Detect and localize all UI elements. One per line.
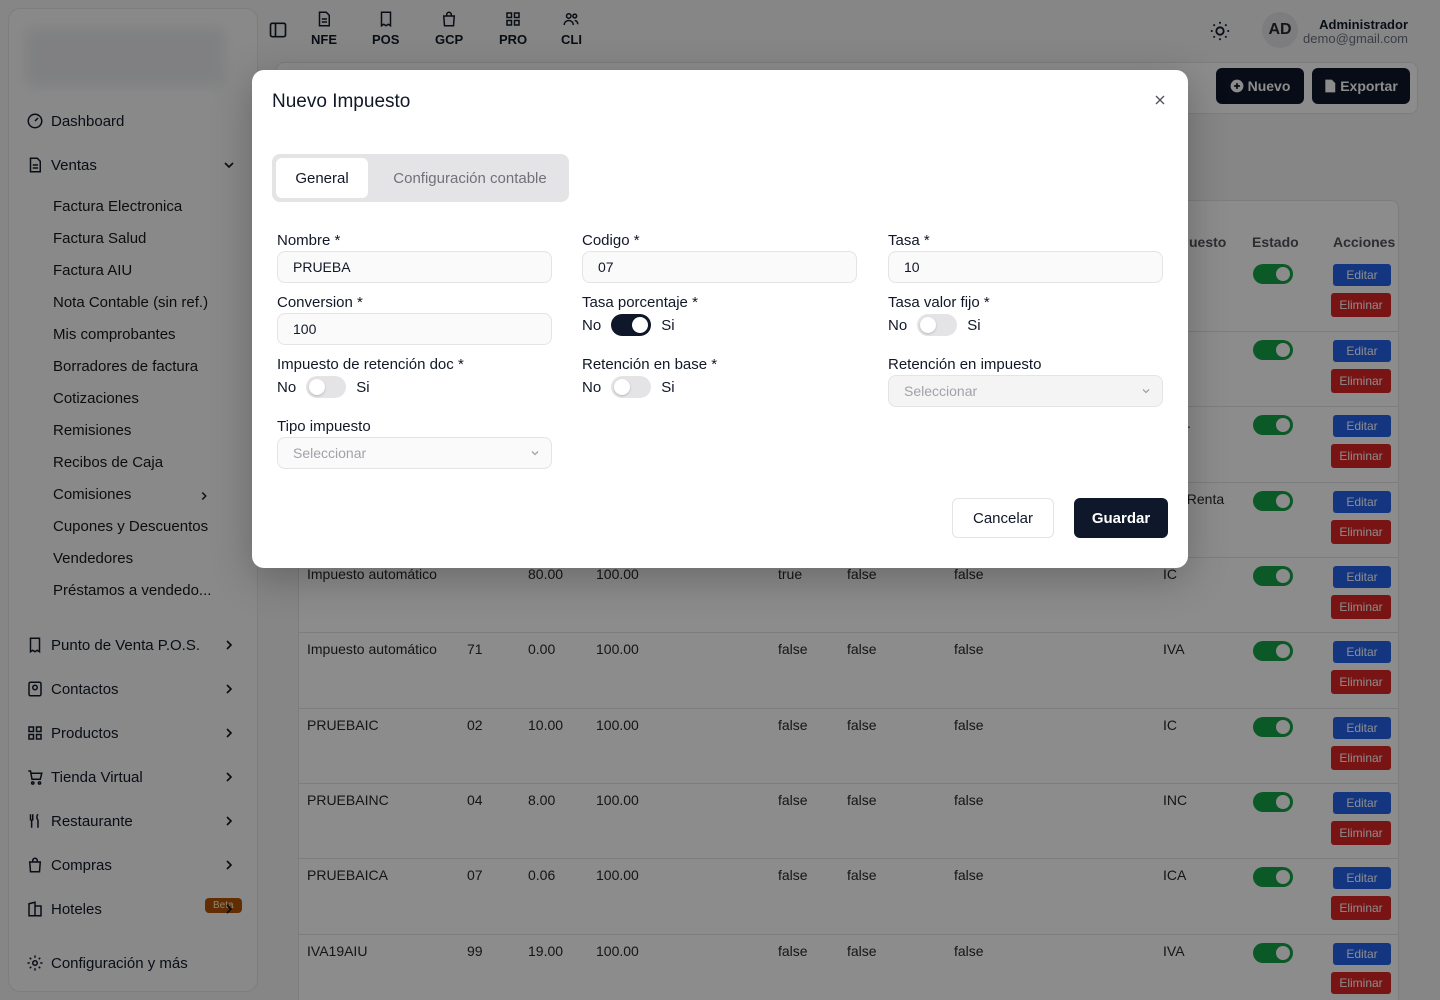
- switch-si-label: Si: [967, 316, 981, 334]
- switch-si-label: Si: [661, 316, 675, 334]
- retencion-doc-label: Impuesto de retención doc *: [277, 356, 464, 373]
- switch-si-label: Si: [356, 378, 370, 396]
- retencion-base-switch[interactable]: [611, 376, 652, 398]
- tipo-impuesto-select[interactable]: Seleccionar: [277, 437, 552, 469]
- switch-no-label: No: [277, 378, 297, 396]
- tasa-porcentaje-switch-row: No Si: [582, 314, 675, 336]
- switch-no-label: No: [582, 316, 602, 334]
- retencion-doc-switch[interactable]: [306, 376, 347, 398]
- retencion-impuesto-select[interactable]: Seleccionar: [888, 375, 1163, 407]
- cancel-button[interactable]: Cancelar: [952, 498, 1054, 538]
- conversion-input[interactable]: 100: [277, 313, 552, 345]
- tasa-label: Tasa *: [888, 232, 930, 249]
- new-tax-dialog: Nuevo Impuesto General Configuración con…: [252, 70, 1188, 568]
- save-button[interactable]: Guardar: [1074, 498, 1168, 538]
- tipo-impuesto-label: Tipo impuesto: [277, 418, 371, 435]
- chevron-down-icon: [1142, 389, 1150, 394]
- switch-no-label: No: [582, 378, 602, 396]
- tasa-valor-fijo-switch-row: No Si: [888, 314, 981, 336]
- tasa-porcentaje-label: Tasa porcentaje *: [582, 294, 698, 311]
- codigo-label: Codigo *: [582, 232, 640, 249]
- select-placeholder: Seleccionar: [293, 445, 367, 461]
- tasa-valor-fijo-label: Tasa valor fijo *: [888, 294, 990, 311]
- tab-general[interactable]: General: [276, 158, 368, 198]
- retencion-impuesto-label: Retención en impuesto: [888, 356, 1042, 373]
- retencion-doc-switch-row: No Si: [277, 376, 370, 398]
- dialog-title: Nuevo Impuesto: [272, 91, 411, 112]
- tasa-porcentaje-switch[interactable]: [611, 314, 652, 336]
- tasa-input[interactable]: 10: [888, 251, 1163, 283]
- switch-no-label: No: [888, 316, 908, 334]
- codigo-input[interactable]: 07: [582, 251, 857, 283]
- switch-si-label: Si: [661, 378, 675, 396]
- retencion-base-switch-row: No Si: [582, 376, 675, 398]
- tab-configuracion-contable[interactable]: Configuración contable: [376, 158, 564, 198]
- dialog-tabs: General Configuración contable: [272, 154, 569, 202]
- retencion-base-label: Retención en base *: [582, 356, 718, 373]
- chevron-down-icon: [531, 451, 539, 456]
- nombre-label: Nombre *: [277, 232, 341, 249]
- close-icon[interactable]: [1152, 92, 1168, 108]
- select-placeholder: Seleccionar: [904, 383, 978, 399]
- nombre-input[interactable]: PRUEBA: [277, 251, 552, 283]
- tasa-valor-fijo-switch[interactable]: [917, 314, 958, 336]
- conversion-label: Conversion *: [277, 294, 363, 311]
